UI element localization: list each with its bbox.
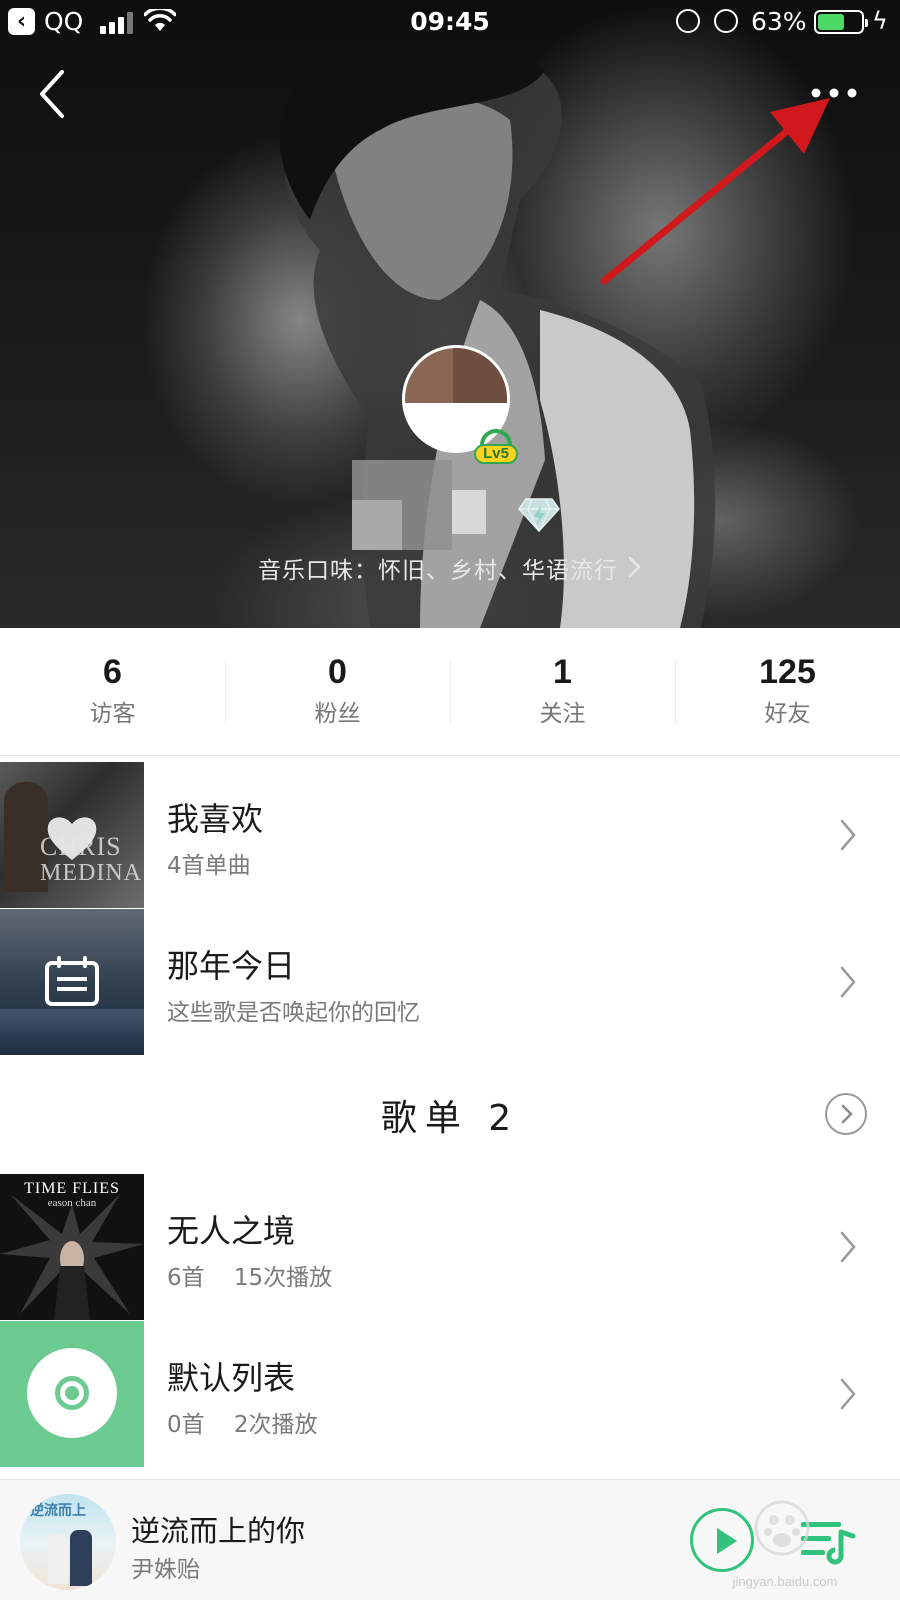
list-item-subtitle: 这些歌是否唤起你的回忆 xyxy=(167,1000,420,1026)
cover-text: CHRIS xyxy=(40,832,122,861)
level-badge[interactable]: Lv5 xyxy=(471,429,521,467)
stat-fans[interactable]: 0 粉丝 xyxy=(225,628,450,755)
chevron-right-icon xyxy=(840,966,856,998)
cover-text: eason chan xyxy=(47,1197,97,1209)
list-item-liked-songs[interactable]: CHRIS MEDINA 我喜欢 4首单曲 xyxy=(0,762,900,908)
chevron-left-icon[interactable] xyxy=(30,66,80,122)
stat-value: 1 xyxy=(553,653,572,691)
cover-text: 逆流而上 xyxy=(30,1503,86,1519)
status-bar: ‹ QQ 09:45 63% ϟ xyxy=(0,0,900,44)
cover-road xyxy=(0,1009,144,1055)
charging-icon: ϟ xyxy=(872,7,888,35)
stat-value: 6 xyxy=(103,653,122,691)
diamond-icon[interactable] xyxy=(518,497,560,533)
cover-text: TIME FLIES xyxy=(24,1180,120,1197)
now-playing-artist: 尹姝贻 xyxy=(131,1557,200,1583)
chevron-right-icon xyxy=(628,556,641,578)
list-item-subtitle: 6首 15次播放 xyxy=(167,1265,333,1291)
chevron-right-icon xyxy=(840,819,856,851)
calendar-icon xyxy=(45,956,99,1006)
chevron-right-icon xyxy=(840,1231,856,1263)
music-taste-text: 音乐口味：怀旧、乡村、华语流行 xyxy=(258,558,618,584)
stat-following[interactable]: 1 关注 xyxy=(450,628,675,755)
alarm-icon xyxy=(714,9,738,33)
more-dots-icon[interactable] xyxy=(808,80,862,106)
chevron-right-icon xyxy=(840,1378,856,1410)
list-item-title: 那年今日 xyxy=(167,947,296,985)
mini-player[interactable]: 逆流而上 逆流而上的你 尹姝贻 jingyan.baidu.com xyxy=(0,1479,900,1600)
list-item-playlist[interactable]: 默认列表 0首 2次播放 xyxy=(0,1321,900,1467)
playlist-cover: TIME FLIES eason chan xyxy=(0,1174,144,1320)
cover-figure xyxy=(70,1530,92,1586)
stat-friends[interactable]: 125 好友 xyxy=(675,628,900,755)
list-item-title: 默认列表 xyxy=(167,1359,296,1397)
username-redacted-block xyxy=(352,500,402,550)
section-title: 歌单 2 xyxy=(380,1098,520,1139)
stat-value: 0 xyxy=(328,653,347,691)
rotation-lock-icon xyxy=(676,9,700,33)
playlist-more-button[interactable] xyxy=(825,1093,867,1135)
cover-figure xyxy=(48,1534,68,1584)
playlist-cover xyxy=(0,1321,144,1467)
music-taste-link[interactable]: 音乐口味：怀旧、乡村、华语流行 xyxy=(0,551,900,585)
disc-center xyxy=(65,1386,79,1400)
stat-label: 访客 xyxy=(89,701,136,727)
level-label: Lv5 xyxy=(474,444,518,464)
watermark-text: jingyan.baidu.com xyxy=(732,1574,838,1589)
on-this-day-cover xyxy=(0,909,144,1055)
username-redacted-block xyxy=(452,490,486,534)
now-playing-title: 逆流而上的你 xyxy=(131,1514,306,1548)
list-item-on-this-day[interactable]: 那年今日 这些歌是否唤起你的回忆 xyxy=(0,909,900,1055)
battery-icon xyxy=(814,10,868,34)
stats-bar: 6 访客 0 粉丝 1 关注 125 好友 xyxy=(0,628,900,756)
battery-cap xyxy=(865,19,868,27)
now-playing-cover[interactable]: 逆流而上 xyxy=(20,1494,116,1590)
avatar-image-shade xyxy=(453,348,507,403)
list-item-subtitle: 0首 2次播放 xyxy=(167,1412,318,1438)
stat-value: 125 xyxy=(759,653,816,691)
stat-label: 粉丝 xyxy=(314,701,361,727)
chevron-right-icon xyxy=(841,1104,853,1124)
playlist-section-header: 歌单 2 xyxy=(0,1053,900,1173)
stat-label: 关注 xyxy=(539,701,586,727)
battery-percent: 63% xyxy=(751,7,807,36)
liked-songs-cover: CHRIS MEDINA xyxy=(0,762,144,908)
list-item-title: 无人之境 xyxy=(167,1212,296,1250)
list-item-title: 我喜欢 xyxy=(167,800,264,838)
cover-text: MEDINA xyxy=(40,860,142,886)
stat-visitors[interactable]: 6 访客 xyxy=(0,628,225,755)
list-item-subtitle: 4首单曲 xyxy=(167,853,251,879)
profile-header: ‹ QQ 09:45 63% ϟ Lv5 音乐口味：怀旧、乡村、华语流行 xyxy=(0,0,900,628)
battery-level-fill xyxy=(818,14,845,30)
list-item-playlist[interactable]: TIME FLIES eason chan 无人之境 6首 15次播放 xyxy=(0,1174,900,1320)
stat-label: 好友 xyxy=(764,701,811,727)
